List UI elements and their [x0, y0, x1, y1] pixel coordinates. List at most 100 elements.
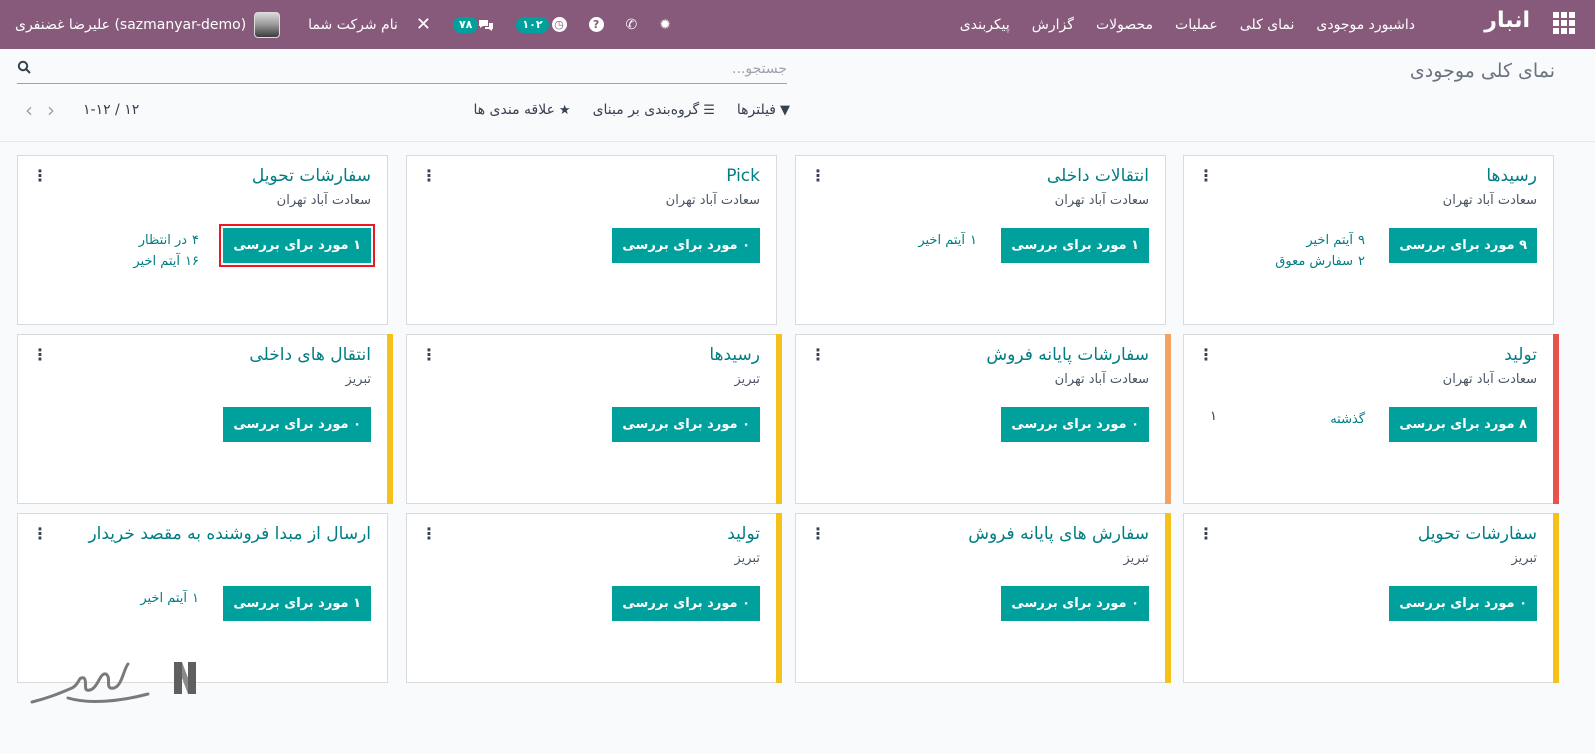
- help-menu[interactable]: ?: [588, 17, 604, 32]
- to-process-button[interactable]: ۰ مورد برای بررسی: [612, 407, 760, 442]
- to-process-button[interactable]: ۰ مورد برای بررسی: [1001, 586, 1149, 621]
- card-title[interactable]: سفارش های پایانه فروش: [968, 524, 1149, 544]
- phone-menu[interactable]: ✆: [626, 17, 638, 33]
- search-bar[interactable]: جستجو...: [17, 58, 787, 84]
- late-count: ۱: [1210, 409, 1217, 424]
- to-process-button[interactable]: ۱ مورد برای بررسی: [223, 586, 371, 621]
- favorites-label: علاقه مندی ها: [473, 102, 555, 118]
- to-process-button[interactable]: ۰ مورد برای بررسی: [612, 228, 760, 263]
- stat-count: ۱: [970, 233, 977, 248]
- card-kebab-icon[interactable]: ⋮: [810, 166, 826, 185]
- menu-item-operations[interactable]: عملیات: [1175, 17, 1218, 33]
- systray: علیرضا غضنفری (sazmanyar-demo) نام شرکت …: [15, 0, 671, 49]
- card-stat-link[interactable]: ۲ سفارش معوق: [1275, 251, 1365, 272]
- card-title[interactable]: انتقالات داخلی: [1047, 166, 1149, 186]
- picking-type-card: سفارش های پایانه فروش تبریز ⋮ ۰ مورد برای ب…: [795, 513, 1171, 683]
- card-title[interactable]: سفارشات تحویل: [1418, 524, 1537, 544]
- card-kebab-icon[interactable]: ⋮: [421, 345, 437, 364]
- top-navbar: انبار داشبورد موجودی نمای کلی عملیات محص…: [0, 0, 1595, 49]
- card-title[interactable]: تولید: [1504, 345, 1537, 365]
- card-kebab-icon[interactable]: ⋮: [1198, 166, 1214, 185]
- to-process-button[interactable]: ۰ مورد برای بررسی: [612, 586, 760, 621]
- watermark-logo: [30, 662, 196, 704]
- groupby-button[interactable]: ☰ گروه‌بندی بر مبنای: [593, 102, 715, 118]
- card-warehouse: سعادت آباد تهران: [276, 193, 371, 208]
- debug-menu[interactable]: ✹: [659, 17, 671, 33]
- to-process-button[interactable]: ۰ مورد برای بررسی: [1389, 586, 1537, 621]
- card-kebab-icon[interactable]: ⋮: [1198, 345, 1214, 364]
- to-process-button[interactable]: ۸ مورد برای بررسی: [1389, 407, 1537, 442]
- card-warehouse: تبریز: [1511, 551, 1537, 566]
- card-color-strip: [776, 513, 782, 683]
- menu-item-overview[interactable]: نمای کلی: [1240, 17, 1295, 33]
- stat-label: آیتم اخیر: [1306, 233, 1354, 248]
- card-color-strip: [1553, 334, 1559, 504]
- company-switcher[interactable]: نام شرکت شما: [308, 17, 398, 33]
- menu-item-reporting[interactable]: گزارش: [1032, 17, 1074, 33]
- card-warehouse: تبریز: [734, 551, 760, 566]
- list-icon: ☰: [703, 102, 715, 118]
- card-kebab-icon[interactable]: ⋮: [32, 166, 48, 185]
- debug-tools-icon[interactable]: ✕: [416, 14, 431, 35]
- card-kebab-icon[interactable]: ⋮: [421, 524, 437, 543]
- card-stat-link[interactable]: ۱ آیتم اخیر: [918, 230, 977, 251]
- card-title[interactable]: سفارشات پایانه فروش: [986, 345, 1149, 365]
- card-kebab-icon[interactable]: ⋮: [1198, 524, 1214, 543]
- card-stats: ۴ در انتظار ۱۶ آیتم اخیر: [133, 230, 199, 272]
- card-title[interactable]: Pick: [726, 166, 760, 186]
- pager-previous-icon[interactable]: ‹: [25, 100, 33, 120]
- to-process-button[interactable]: ۱ مورد برای بررسی: [1001, 228, 1149, 263]
- card-kebab-icon[interactable]: ⋮: [810, 345, 826, 364]
- to-process-button[interactable]: ۰ مورد برای بررسی: [223, 407, 371, 442]
- filters-button[interactable]: ▼ فیلترها: [737, 102, 790, 118]
- card-title[interactable]: سفارشات تحویل: [252, 166, 371, 186]
- search-input[interactable]: جستجو...: [732, 61, 787, 77]
- menu-item-configuration[interactable]: پیکربندی: [960, 17, 1010, 33]
- app-name[interactable]: انبار: [1484, 8, 1530, 33]
- activity-menu[interactable]: ۱۰۲ ◷: [516, 16, 567, 33]
- card-stat-link[interactable]: ۱۶ آیتم اخیر: [133, 251, 199, 272]
- to-process-button[interactable]: ۰ مورد برای بررسی: [1001, 407, 1149, 442]
- late-label: گذشته: [1330, 412, 1365, 427]
- card-stat-link[interactable]: ۴ در انتظار: [133, 230, 199, 251]
- card-warehouse: تبریز: [345, 372, 371, 387]
- to-process-button[interactable]: ۱ مورد برای بررسی: [219, 224, 375, 267]
- card-kebab-icon[interactable]: ⋮: [810, 524, 826, 543]
- user-name[interactable]: علیرضا غضنفری (sazmanyar-demo): [15, 17, 246, 33]
- chat-count-badge: ۷۸: [452, 16, 479, 33]
- card-warehouse: سعادت آباد تهران: [1054, 193, 1149, 208]
- picking-type-card: رسیدها تبریز ⋮ ۰ مورد برای بررسی: [406, 334, 782, 504]
- star-icon: ★: [558, 102, 571, 118]
- card-kebab-icon[interactable]: ⋮: [32, 345, 48, 364]
- card-stat-link[interactable]: ۹ آیتم اخیر: [1275, 230, 1365, 251]
- card-kebab-icon[interactable]: ⋮: [32, 524, 48, 543]
- card-title[interactable]: تولید: [727, 524, 760, 544]
- stat-label: آیتم اخیر: [140, 591, 188, 606]
- stat-count: ۱۶: [185, 254, 199, 269]
- card-color-strip: [387, 334, 393, 504]
- pager-value[interactable]: ۱-۱۲ / ۱۲: [83, 102, 139, 118]
- stat-label: آیتم اخیر: [918, 233, 966, 248]
- user-avatar[interactable]: [254, 11, 281, 38]
- card-kebab-icon[interactable]: ⋮: [421, 166, 437, 185]
- apps-menu-icon[interactable]: [1553, 12, 1575, 34]
- menu-item-inventory-dashboard[interactable]: داشبورد موجودی: [1316, 17, 1415, 33]
- help-icon: ?: [588, 17, 604, 32]
- menu-item-products[interactable]: محصولات: [1096, 17, 1153, 33]
- late-link[interactable]: گذشته: [1330, 409, 1365, 430]
- card-stat-link[interactable]: ۱ آیتم اخیر: [140, 588, 199, 609]
- card-title[interactable]: ارسال از مبدا فروشنده به مقصد خریدار: [88, 524, 371, 544]
- favorites-button[interactable]: ★ علاقه مندی ها: [473, 102, 570, 118]
- divider: [0, 141, 1595, 142]
- card-title[interactable]: رسیدها: [709, 345, 760, 365]
- card-title[interactable]: انتقال های داخلی: [249, 345, 371, 365]
- messaging-menu[interactable]: ۷۸: [452, 16, 494, 33]
- to-process-button[interactable]: ۹ مورد برای بررسی: [1389, 228, 1537, 263]
- pager-next-icon[interactable]: ›: [47, 100, 55, 120]
- card-warehouse: سعادت آباد تهران: [665, 193, 760, 208]
- card-title[interactable]: رسیدها: [1486, 166, 1537, 186]
- card-stats: ۱ آیتم اخیر: [140, 588, 199, 609]
- search-icon[interactable]: [17, 60, 31, 74]
- picking-type-card: سفارشات تحویل تبریز ⋮ ۰ مورد برای بررسی: [1183, 513, 1559, 683]
- card-color-strip: [1165, 334, 1171, 504]
